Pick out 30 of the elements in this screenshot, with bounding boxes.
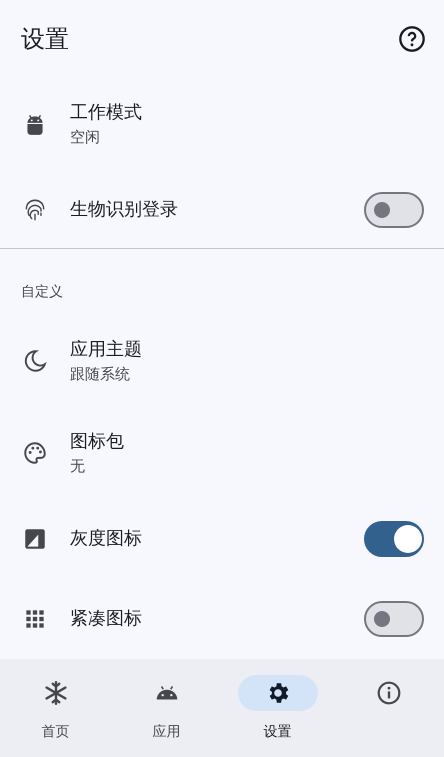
nav-label: 应用 (152, 723, 180, 741)
page-title: 设置 (21, 24, 69, 55)
settings-item[interactable]: 生物识别登录 (0, 170, 444, 250)
settings-item[interactable]: 应用主题 跟随系统 (0, 315, 444, 407)
nav-tab[interactable] (238, 675, 318, 711)
help-button[interactable] (396, 23, 428, 55)
toggle-switch[interactable] (364, 601, 424, 637)
item-label: 应用主题 (70, 338, 143, 362)
toggle-switch[interactable] (364, 521, 424, 557)
nav-label: 设置 (264, 723, 292, 741)
snowflake-icon (42, 680, 68, 706)
item-label: 图标包 (70, 430, 125, 454)
nav-label: 首页 (42, 723, 70, 741)
item-value: 跟随系统 (70, 364, 131, 385)
section-heading: 自定义 (20, 283, 64, 302)
palette-icon (22, 440, 48, 466)
settings-item[interactable]: 灰度图标 (0, 499, 444, 579)
info-icon (376, 680, 402, 706)
help-icon (398, 25, 426, 53)
item-value: 空闲 (70, 127, 101, 148)
item-label: 生物识别登录 (70, 198, 179, 222)
item-label: 紧凑图标 (70, 607, 143, 631)
item-label: 灰度图标 (70, 527, 143, 551)
item-label: 工作模式 (70, 101, 143, 125)
settings-item[interactable]: 工作模式 空闲 (0, 78, 444, 170)
moon-icon (22, 348, 48, 374)
settings-item[interactable]: 紧凑图标 (0, 579, 444, 659)
toggle-switch[interactable] (364, 192, 424, 228)
settings-item[interactable]: 图标包 无 (0, 407, 444, 499)
item-value: 无 (70, 456, 86, 477)
